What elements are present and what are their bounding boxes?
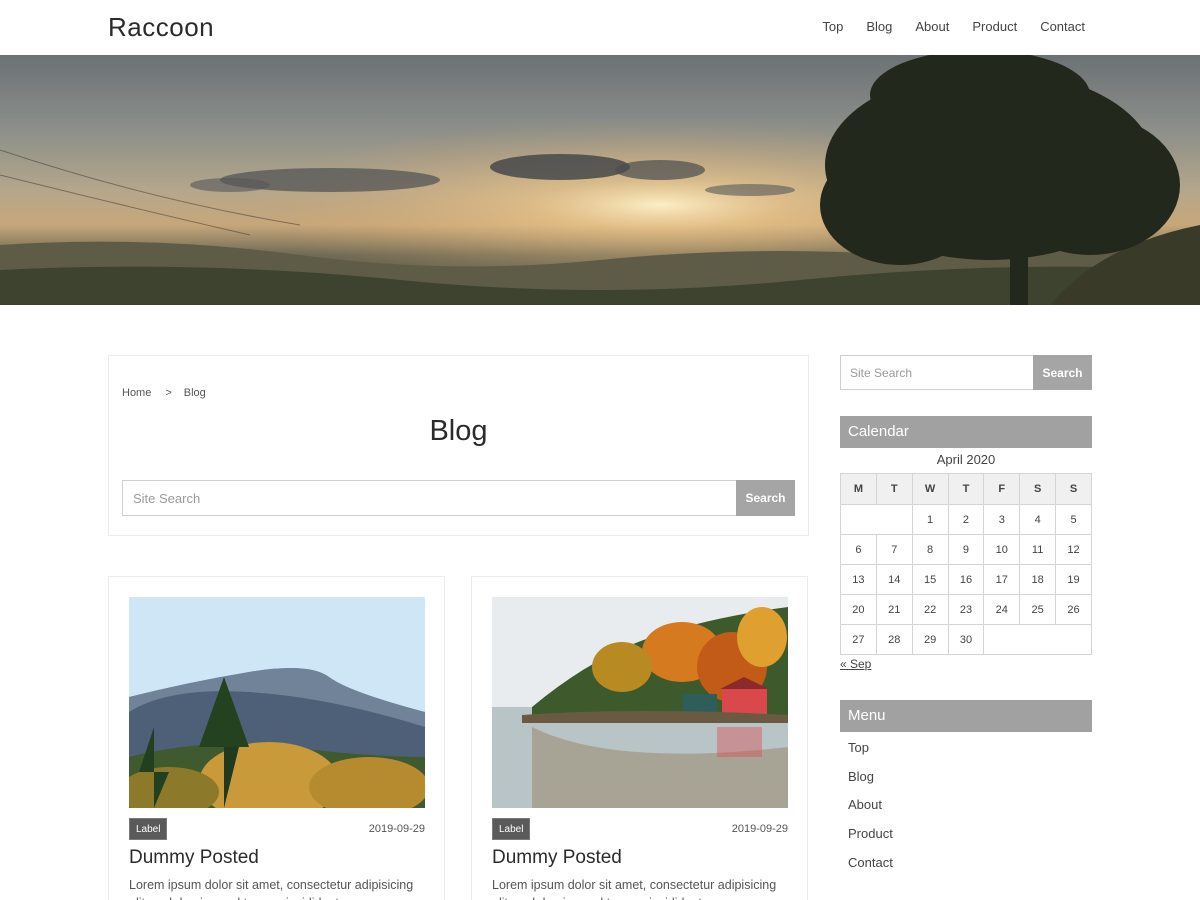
calendar-day: 25 (1019, 594, 1057, 625)
calendar-day: 7 (875, 534, 913, 565)
hero-landscape-illustration (0, 55, 1200, 305)
calendar-day: 16 (947, 564, 985, 595)
breadcrumb-separator: > (165, 387, 172, 399)
sidebar-search-input[interactable] (840, 355, 1033, 390)
calendar-weekday: F (983, 473, 1021, 505)
site-header: Raccoon Top Blog About Product Contact (0, 0, 1200, 55)
calendar-day: 27 (840, 624, 877, 655)
calendar-weekday-row: M T W T F S S (840, 473, 1092, 505)
calendar-widget-title: Calendar (840, 416, 1092, 448)
sidebar-menu: Top Blog About Product Contact (848, 740, 893, 883)
post-title[interactable]: Dummy Posted (129, 847, 259, 869)
calendar-day: 20 (840, 594, 877, 625)
calendar-weekday: T (875, 473, 913, 505)
post-thumbnail[interactable] (492, 597, 788, 808)
nav-item-about[interactable]: About (915, 19, 949, 34)
calendar-day: 5 (1055, 504, 1092, 535)
nav-item-product[interactable]: Product (972, 19, 1017, 34)
post-meta: Label 2019-09-29 (129, 818, 425, 840)
calendar-week-row: 13 14 15 16 17 18 19 (840, 564, 1092, 595)
calendar-pad (983, 624, 1092, 655)
post-excerpt: Lorem ipsum dolor sit amet, consectetur … (492, 878, 777, 900)
sidebar-menu-item-blog[interactable]: Blog (848, 769, 893, 798)
sidebar-menu-item-about[interactable]: About (848, 797, 893, 826)
calendar-day: 19 (1055, 564, 1092, 595)
sidebar-search-button[interactable]: Search (1033, 355, 1092, 390)
nav-item-contact[interactable]: Contact (1040, 19, 1085, 34)
calendar-day: 15 (911, 564, 949, 595)
post-label-badge[interactable]: Label (129, 818, 168, 840)
calendar-day: 4 (1019, 504, 1057, 535)
calendar-week-row: 1 2 3 4 5 (840, 504, 1092, 535)
calendar-day: 13 (840, 564, 877, 595)
main-search-input[interactable] (122, 480, 736, 516)
calendar-week-row: 6 7 8 9 10 11 12 (840, 534, 1092, 565)
calendar-pad (840, 504, 913, 535)
post-date: 2019-09-29 (368, 823, 425, 835)
calendar-day: 9 (947, 534, 985, 565)
calendar-week-row: 27 28 29 30 (840, 624, 1092, 655)
calendar-day: 3 (983, 504, 1021, 535)
calendar-weekday: M (840, 473, 877, 505)
calendar-week-row: 20 21 22 23 24 25 26 (840, 594, 1092, 625)
post-label-badge[interactable]: Label (492, 818, 531, 840)
breadcrumb: Home > Blog (122, 387, 206, 399)
mountain-photo-illustration (129, 597, 425, 808)
sidebar-menu-item-product[interactable]: Product (848, 826, 893, 855)
post-excerpt: Lorem ipsum dolor sit amet, consectetur … (129, 878, 414, 900)
post-meta: Label 2019-09-29 (492, 818, 788, 840)
nav-item-blog[interactable]: Blog (866, 19, 892, 34)
calendar-weekday: T (947, 473, 985, 505)
page-title: Blog (429, 415, 488, 447)
calendar-table: M T W T F S S 1 2 3 4 5 6 7 8 9 10 11 12… (840, 473, 1092, 655)
post-date: 2019-09-29 (731, 823, 788, 835)
calendar-day: 29 (911, 624, 949, 655)
sidebar-search-form: Search (840, 355, 1092, 390)
main-search-button[interactable]: Search (736, 480, 795, 516)
nav-item-top[interactable]: Top (822, 19, 843, 34)
menu-widget-title: Menu (840, 700, 1092, 732)
calendar-weekday: S (1019, 473, 1057, 505)
hero-image (0, 55, 1200, 305)
calendar-day: 24 (983, 594, 1021, 625)
post-card[interactable]: Label 2019-09-29 Dummy Posted Lorem ipsu… (471, 576, 808, 900)
calendar-day: 11 (1019, 534, 1057, 565)
calendar-day: 1 (911, 504, 949, 535)
global-nav: Top Blog About Product Contact (822, 19, 1085, 34)
breadcrumb-current: Blog (183, 387, 206, 399)
post-thumbnail[interactable] (129, 597, 425, 808)
calendar-caption: April 2020 (936, 452, 996, 467)
calendar-day: 6 (840, 534, 877, 565)
main-search-form: Search (122, 480, 795, 516)
breadcrumb-home[interactable]: Home (122, 387, 151, 399)
calendar-day: 2 (947, 504, 985, 535)
calendar-day: 23 (947, 594, 985, 625)
calendar-day: 21 (875, 594, 913, 625)
calendar-day: 28 (875, 624, 913, 655)
lake-cabin-photo-illustration (492, 597, 788, 808)
calendar-day: 18 (1019, 564, 1057, 595)
calendar-weekday: W (911, 473, 949, 505)
calendar-day: 12 (1055, 534, 1092, 565)
calendar-day: 17 (983, 564, 1021, 595)
calendar-day: 10 (983, 534, 1021, 565)
calendar-day: 26 (1055, 594, 1092, 625)
post-card[interactable]: Label 2019-09-29 Dummy Posted Lorem ipsu… (108, 576, 445, 900)
calendar-weekday: S (1055, 473, 1092, 505)
site-logo[interactable]: Raccoon (108, 12, 214, 43)
post-title[interactable]: Dummy Posted (492, 847, 622, 869)
calendar-prev-month-link[interactable]: « Sep (840, 657, 871, 671)
page-header-box: Home > Blog Blog Search (108, 355, 809, 536)
sidebar-menu-item-contact[interactable]: Contact (848, 855, 893, 884)
sidebar-menu-item-top[interactable]: Top (848, 740, 893, 769)
calendar-day: 30 (947, 624, 985, 655)
calendar-day: 8 (911, 534, 949, 565)
calendar-day: 14 (875, 564, 913, 595)
calendar-day: 22 (911, 594, 949, 625)
